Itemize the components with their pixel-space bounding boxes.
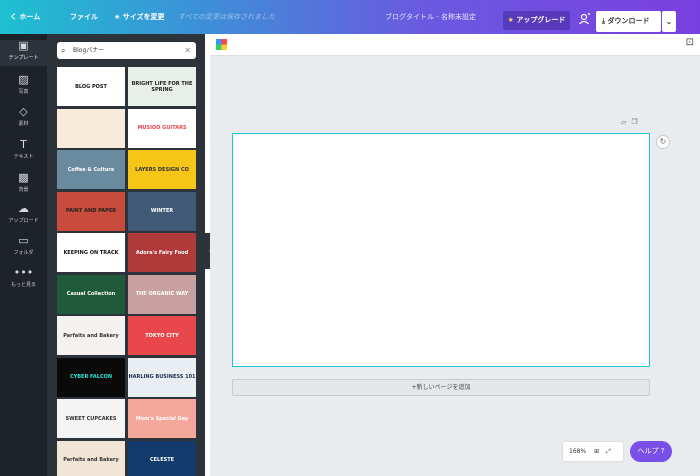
canvas-workspace: ⊡ ▱❐ ↻ +新しいページを追加 168% ⊞ ⤢ ヘルプ ? — [210, 34, 700, 476]
add-page-button[interactable]: +新しいページを追加 — [232, 379, 650, 396]
template-thumbnail-title: Parfaits and Bakery — [63, 332, 119, 339]
sidebar-item-label: テキスト — [13, 154, 34, 160]
sidebar-item-label: フォルダ — [13, 250, 34, 256]
template-panel: ⌕ Blogバナー ✕ BLOG POST BRIGHT LIFE FOR THE… — [47, 34, 205, 476]
cloud-upload-icon: ☁ — [18, 202, 29, 215]
sidebar-item-templates[interactable]: ▣ テンプレート — [0, 40, 47, 66]
zoom-level: 168% — [569, 448, 587, 455]
template-thumbnail[interactable]: PAINT AND PAPER — [57, 191, 125, 231]
template-thumbnail[interactable]: Adora's Fairy Food — [128, 233, 196, 272]
sidebar-item-label: 背景 — [18, 187, 29, 193]
help-button[interactable]: ヘルプ ? — [630, 441, 672, 462]
top-toolbar: く ホーム ファイル ★ サイズを変更 すべての変更は保存されました ブログタイ… — [0, 0, 700, 34]
chevron-down-icon[interactable]: ⌄ — [662, 11, 676, 32]
search-input[interactable]: ⌕ Blogバナー ✕ — [57, 42, 196, 59]
text-icon: T — [20, 138, 27, 151]
template-thumbnail-title: TOKYO CITY — [145, 332, 179, 339]
fullscreen-icon[interactable]: ⤢ — [606, 448, 611, 455]
sidebar-rail: ▣ テンプレート ▨ 写真 ◇ 素材 T テキスト ▩ 背景 ☁ アップロード … — [0, 34, 47, 476]
template-thumbnail[interactable]: Casual Collection — [57, 274, 125, 314]
template-thumbnail[interactable]: CELESTE — [128, 440, 196, 476]
resize-button[interactable]: ★ サイズを変更 — [114, 0, 165, 34]
design-page[interactable] — [232, 133, 650, 367]
template-thumbnail[interactable]: Parfaits and Bakery — [57, 316, 125, 355]
photo-icon: ▨ — [18, 73, 29, 86]
zoom-control[interactable]: 168% ⊞ ⤢ — [563, 442, 623, 461]
document-title[interactable]: ブログタイトル - 名称未設定 — [385, 0, 476, 34]
template-thumbnail[interactable]: THE ORGANIC WAY — [128, 274, 196, 314]
star-icon: ★ — [114, 13, 123, 21]
grid-view-icon[interactable]: ⊞ — [594, 448, 599, 455]
template-thumbnail[interactable]: BLOG POST — [57, 67, 125, 106]
share-icon[interactable] — [577, 12, 591, 26]
more-icon: ••• — [13, 266, 34, 279]
template-thumbnail[interactable]: CYBER FALCON — [57, 357, 125, 397]
template-thumbnail-title: Mom's Special Day — [135, 415, 189, 422]
search-icon: ⌕ — [61, 46, 66, 55]
template-thumbnail[interactable] — [57, 108, 125, 148]
template-thumbnail-title: BRIGHT LIFE FOR THE SPRING — [131, 80, 193, 93]
folder-icon: ▭ — [18, 234, 29, 247]
template-thumbnail[interactable]: Parfaits and Bakery — [57, 440, 125, 476]
sidebar-item-text[interactable]: T テキスト — [0, 139, 47, 163]
sidebar-item-label: 素材 — [18, 121, 29, 127]
sidebar-item-more[interactable]: ••• もっと見る — [0, 267, 47, 291]
template-thumbnail[interactable]: HARLING BUSINESS 101 — [128, 357, 196, 397]
sidebar-item-label: 写真 — [18, 89, 29, 95]
template-thumbnail[interactable]: Coffee & Culture — [57, 150, 125, 189]
background-icon: ▩ — [18, 171, 29, 184]
upgrade-button[interactable]: ★ アップグレード — [503, 11, 570, 30]
page-actions: ▱❐ — [621, 118, 643, 126]
resize-label: サイズを変更 — [122, 13, 165, 21]
sidebar-item-folders[interactable]: ▭ フォルダ — [0, 235, 47, 259]
sidebar-item-uploads[interactable]: ☁ アップロード — [0, 203, 47, 227]
canvas-toolbar: ⊡ — [210, 34, 700, 56]
template-thumbnail-title: CELESTE — [149, 457, 175, 463]
template-thumbnail[interactable]: SWEET CUPCAKES — [57, 399, 125, 438]
template-thumbnail[interactable]: TOKYO CITY — [128, 316, 196, 355]
upgrade-label: アップグレード — [516, 16, 566, 24]
template-thumbnail-title: THE ORGANIC WAY — [135, 291, 189, 297]
sidebar-item-photos[interactable]: ▨ 写真 — [0, 74, 47, 98]
file-menu[interactable]: ファイル — [70, 0, 98, 34]
template-thumbnail-title: Adora's Fairy Food — [135, 249, 189, 256]
copy-icon[interactable]: ❐ — [631, 118, 642, 126]
template-thumbnail-title: HARLING BUSINESS 101 — [128, 374, 196, 380]
download-label: ダウンロード — [607, 17, 650, 25]
sidebar-item-background[interactable]: ▩ 背景 — [0, 172, 47, 196]
template-thumbnail-title: PAINT AND PAPER — [65, 208, 117, 214]
template-thumbnail[interactable]: WINTER — [128, 191, 196, 231]
download-button[interactable]: ⤓ ダウンロード — [596, 11, 661, 32]
close-icon[interactable]: ✕ — [184, 42, 191, 59]
template-thumbnail[interactable]: KEEPING ON TRACK — [57, 233, 125, 272]
search-value: Blogバナー — [73, 47, 105, 54]
sidebar-item-elements[interactable]: ◇ 素材 — [0, 106, 47, 130]
sidebar-item-label: もっと見る — [10, 282, 36, 288]
rotate-icon[interactable]: ↻ — [656, 135, 670, 149]
template-icon: ▣ — [18, 39, 29, 52]
template-thumbnail[interactable]: MUSIOO GUITARS — [128, 108, 196, 148]
template-thumbnail[interactable]: BRIGHT LIFE FOR THE SPRING — [128, 67, 196, 106]
template-thumbnail-title: CYBER FALCON — [69, 374, 113, 380]
template-thumbnail[interactable]: Mom's Special Day — [128, 399, 196, 438]
template-thumbnail-title: SWEET CUPCAKES — [65, 415, 117, 422]
save-status: すべての変更は保存されました — [178, 13, 276, 21]
template-thumbnail-title: BLOG POST — [75, 83, 107, 90]
home-link[interactable]: く ホーム — [10, 0, 40, 34]
sidebar-item-label: テンプレート — [8, 55, 39, 61]
sidebar-item-label: アップロード — [8, 218, 39, 224]
shapes-icon: ◇ — [19, 105, 28, 118]
comment-icon[interactable]: ▱ — [621, 118, 631, 126]
template-thumbnail-title: MUSIOO GUITARS — [137, 125, 187, 131]
color-picker-icon[interactable] — [216, 39, 227, 50]
template-thumbnail[interactable]: LAYERS DESIGN CO — [128, 150, 196, 189]
template-thumbnail-title: WINTER — [150, 208, 174, 214]
lock-icon[interactable]: ⊡ — [686, 37, 694, 48]
template-thumbnail-title: Casual Collection — [66, 291, 116, 297]
template-thumbnail-title: KEEPING ON TRACK — [63, 249, 119, 256]
template-thumbnail-title: Coffee & Culture — [67, 166, 115, 173]
template-thumbnail-title: LAYERS DESIGN CO — [135, 166, 189, 173]
template-thumbnail-title: Parfaits and Bakery — [63, 457, 119, 463]
